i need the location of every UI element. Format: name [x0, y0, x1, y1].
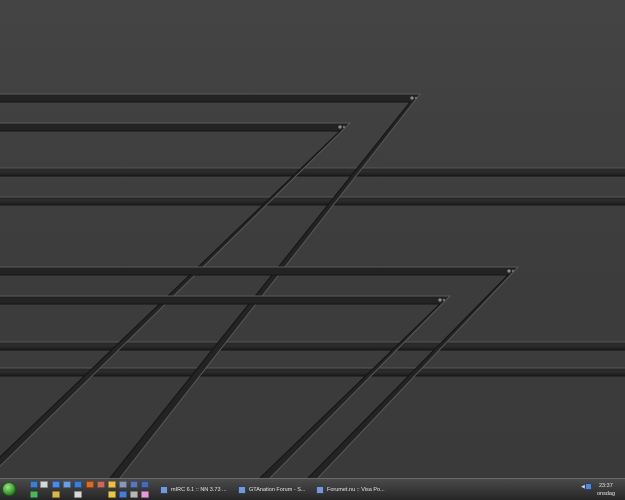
globe-icon[interactable] [119, 491, 127, 498]
media-icon[interactable] [52, 481, 60, 488]
mirc-icon [160, 485, 168, 494]
browser-icon [316, 485, 324, 494]
desktop-icon[interactable] [30, 481, 38, 488]
ie-icon[interactable] [74, 481, 82, 488]
task-label: mIRC 6.1 :: NN 3.73 ... [171, 486, 227, 493]
app-icon[interactable] [97, 481, 105, 488]
horizontal-bar [0, 341, 625, 351]
task-label: Forumet.nu :: Visa Po... [327, 486, 385, 493]
chat-icon[interactable] [30, 491, 38, 498]
system-tray: ◀ 23:37 onsdag [581, 480, 625, 500]
folder-icon[interactable] [108, 481, 116, 488]
winamp-icon[interactable] [40, 481, 48, 488]
task-button-mirc[interactable]: mIRC 6.1 :: NN 3.73 ... [160, 481, 236, 498]
desktop[interactable] [0, 0, 625, 478]
tool-icon[interactable] [119, 481, 127, 488]
tool2-icon[interactable] [130, 481, 138, 488]
wallpaper [0, 0, 625, 478]
network-icon[interactable] [141, 481, 149, 488]
game-icon[interactable] [86, 481, 94, 488]
network-tray-icon[interactable] [585, 483, 592, 490]
disc-icon[interactable] [130, 491, 138, 498]
task-button-gtanation[interactable]: GTAnation Forum - S... [238, 481, 314, 498]
star-icon[interactable] [108, 491, 116, 498]
clock-day: onsdag [597, 491, 616, 497]
folder2-icon[interactable] [52, 491, 60, 498]
taskbar: mIRC 6.1 :: NN 3.73 ... GTAnation Forum … [0, 478, 625, 500]
mail-icon[interactable] [74, 491, 82, 498]
image-icon[interactable] [141, 491, 149, 498]
browser-icon [238, 485, 246, 494]
start-button[interactable] [2, 482, 16, 496]
horizontal-bar [0, 196, 625, 206]
clock-time[interactable]: 23:37 [599, 483, 613, 489]
horizontal-bar [0, 167, 625, 177]
task-label: GTAnation Forum - S... [249, 486, 306, 493]
task-button-forumet[interactable]: Forumet.nu :: Visa Po... [316, 481, 392, 498]
shield-icon[interactable] [63, 481, 71, 488]
